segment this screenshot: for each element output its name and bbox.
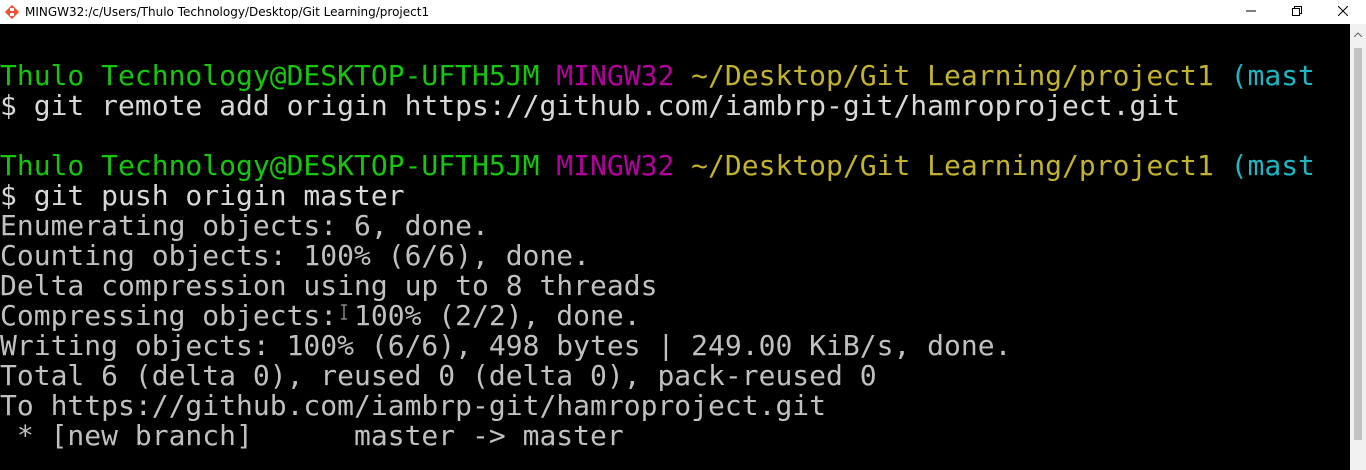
- prompt-path: ~/Desktop/Git Learning/project1: [691, 61, 1214, 91]
- maximize-icon: [1292, 5, 1302, 19]
- output-line: * [new branch] master -> master: [0, 421, 624, 451]
- close-button[interactable]: [1320, 0, 1366, 24]
- vertical-scrollbar[interactable]: [1350, 24, 1366, 470]
- terminal-output[interactable]: Thulo Technology@DESKTOP-UFTH5JM MINGW32…: [0, 24, 1350, 470]
- terminal-window: MINGW32:/c/Users/Thulo Technology/Deskto…: [0, 0, 1366, 470]
- prompt-system: MINGW32: [556, 61, 675, 91]
- prompt-system: MINGW32: [556, 151, 675, 181]
- command-line: $ git push origin master: [0, 181, 405, 211]
- command-line: $ git remote add origin https://github.c…: [0, 91, 1181, 121]
- output-line: Delta compression using up to 8 threads: [0, 271, 658, 301]
- output-line: Total 6 (delta 0), reused 0 (delta 0), p…: [0, 361, 877, 391]
- scroll-thumb[interactable]: [1354, 48, 1362, 440]
- prompt-branch: (mast: [1230, 151, 1315, 181]
- scroll-up-button[interactable]: [1350, 24, 1366, 41]
- output-line: Counting objects: 100% (6/6), done.: [0, 241, 591, 271]
- output-line: To https://github.com/iambrp-git/hamropr…: [0, 391, 827, 421]
- text-cursor-icon: [340, 304, 348, 320]
- prompt-branch: (mast: [1230, 61, 1315, 91]
- prompt-line: Thulo Technology@DESKTOP-UFTH5JM MINGW32…: [0, 151, 1350, 181]
- git-bash-icon: [4, 4, 20, 20]
- prompt-user-host: Thulo Technology@DESKTOP-UFTH5JM: [0, 151, 540, 181]
- window-title: MINGW32:/c/Users/Thulo Technology/Deskto…: [25, 5, 430, 19]
- window-controls: [1228, 0, 1366, 24]
- title-bar[interactable]: MINGW32:/c/Users/Thulo Technology/Deskto…: [0, 0, 1366, 24]
- prompt-path: ~/Desktop/Git Learning/project1: [691, 151, 1214, 181]
- chevron-up-icon: [1353, 24, 1363, 42]
- prompt-user-host: Thulo Technology@DESKTOP-UFTH5JM: [0, 61, 540, 91]
- maximize-button[interactable]: [1274, 0, 1320, 24]
- close-icon: [1337, 5, 1349, 19]
- minimize-button[interactable]: [1228, 0, 1274, 24]
- output-line: Writing objects: 100% (6/6), 498 bytes |…: [0, 331, 1012, 361]
- output-line: Compressing objects: 100% (2/2), done.: [0, 301, 641, 331]
- output-line: Enumerating objects: 6, done.: [0, 211, 489, 241]
- prompt-line: Thulo Technology@DESKTOP-UFTH5JM MINGW32…: [0, 61, 1350, 91]
- minimize-icon: [1246, 5, 1256, 19]
